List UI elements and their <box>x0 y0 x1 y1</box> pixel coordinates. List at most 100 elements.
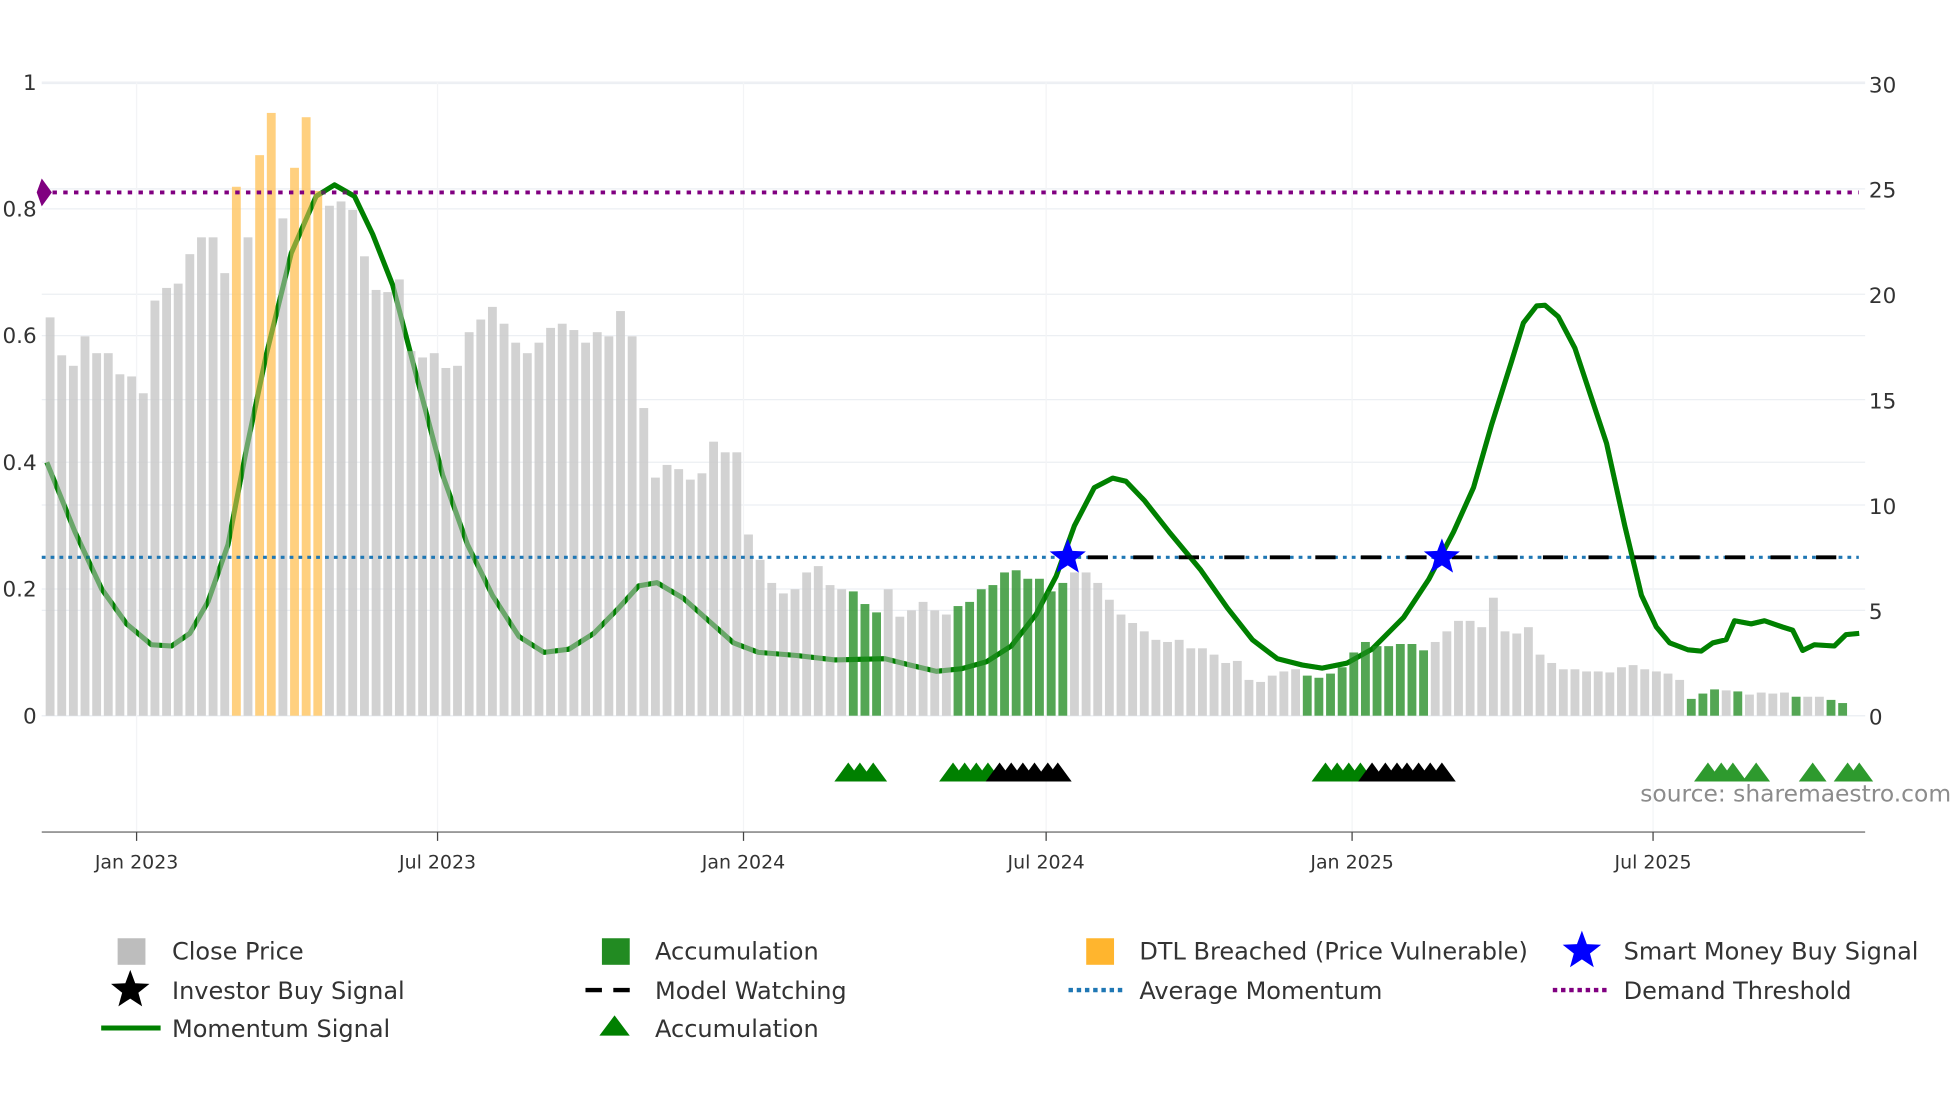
close-price-bar <box>1512 633 1522 716</box>
accumulation-bar <box>1337 667 1347 716</box>
investor-star-icon <box>111 969 150 1007</box>
close-price-bar <box>732 452 742 716</box>
left-y-tick-label: 0 <box>23 704 37 729</box>
close-price-bar <box>813 566 823 716</box>
close-price-bar <box>1279 671 1289 716</box>
close-price-bar <box>324 205 334 716</box>
close-price-bar <box>243 237 253 716</box>
close-price-bar <box>1430 641 1440 716</box>
dtl-breached-bar <box>231 186 241 716</box>
close-price-bar <box>1477 627 1487 716</box>
close-price-bar <box>557 323 567 716</box>
close-price-bar <box>1081 572 1091 716</box>
x-tick-label: Jan 2025 <box>1309 852 1393 874</box>
accumulation-bar <box>1372 646 1382 716</box>
close-price-bar <box>1244 679 1254 716</box>
close-price-bar <box>1291 669 1301 716</box>
legend-demand-threshold-label: Demand Threshold <box>1624 977 1852 1005</box>
close-price-bar <box>1454 620 1463 716</box>
accumulation-bar <box>976 589 986 716</box>
close-price-bar <box>57 355 67 716</box>
accumulation-bar <box>1733 691 1743 716</box>
left-y-tick-label: 0.6 <box>3 324 37 349</box>
legend-close-price-label: Close Price <box>172 938 304 966</box>
close-price-bar <box>1116 614 1126 716</box>
close-price-bar <box>1570 669 1580 716</box>
smart-money-star-icon <box>1562 930 1602 968</box>
close-price-bar <box>429 353 439 716</box>
accumulation-bar <box>1395 644 1405 716</box>
close-price-bar <box>1558 669 1568 716</box>
accumulation-bar <box>1407 644 1417 716</box>
close-price-bar <box>767 582 777 716</box>
accumulation-bar <box>1384 646 1394 716</box>
close-price-bar <box>941 614 951 716</box>
legend-dtl-label: DTL Breached (Price Vulnerable) <box>1139 938 1528 966</box>
close-price-bar <box>406 351 416 716</box>
close-price-bar <box>1151 639 1161 716</box>
close-price-bar <box>441 367 451 716</box>
legend-dtl-swatch <box>1086 938 1115 965</box>
close-price-bar <box>1186 648 1196 716</box>
close-price-bar <box>208 237 218 716</box>
close-price-bar <box>487 306 497 716</box>
smart-money-star-marker <box>1423 538 1460 573</box>
chart: Jan 2023 Jul 2023 Jan 2024 Jul 2024 Jan 2025… <box>3 71 1952 1043</box>
close-price-bar <box>1523 627 1533 716</box>
accumulation-bar <box>1826 699 1836 716</box>
close-price-bar <box>173 283 183 716</box>
accumulation-bar <box>1302 675 1312 716</box>
close-price-bar <box>697 473 707 716</box>
left-y-tick-label: 0.4 <box>3 451 37 476</box>
close-price-bar <box>197 237 206 716</box>
left-y-tick-label: 0.8 <box>3 197 37 222</box>
accumulation-bar <box>1058 582 1068 716</box>
close-price-bar <box>336 201 346 716</box>
close-price-bar <box>802 572 812 716</box>
accumulation-bar <box>988 585 998 716</box>
legend-accumulation-swatch <box>601 938 630 965</box>
close-price-bar <box>127 376 137 716</box>
x-tick-label: Jan 2024 <box>701 852 785 874</box>
legend-accumulation-label: Accumulation <box>655 938 819 966</box>
right-y-tick-label: 25 <box>1869 179 1896 204</box>
close-price-bar <box>371 289 381 716</box>
demand-threshold-diamond-icon <box>36 178 52 207</box>
close-price-bar <box>1442 631 1452 716</box>
close-price-bar <box>220 273 230 716</box>
accumulation-bar <box>1698 693 1708 716</box>
close-price-bar <box>92 353 102 716</box>
accumulation-bar <box>953 606 963 716</box>
close-price-bar <box>790 589 800 716</box>
close-price-bar <box>1256 681 1266 716</box>
close-price-bar <box>103 353 113 716</box>
close-price-bar <box>1465 620 1475 716</box>
close-price-bar <box>720 452 730 716</box>
close-price-bar <box>1721 690 1731 716</box>
legend-model-watching-label: Model Watching <box>655 977 847 1005</box>
dtl-breached-bar <box>255 155 265 716</box>
close-price-bar <box>522 353 532 716</box>
close-price-bar <box>1535 654 1545 716</box>
close-price-bar <box>930 610 940 716</box>
close-price-bar <box>1163 641 1172 716</box>
close-price-bar <box>453 365 462 716</box>
close-price-bar <box>1605 672 1615 716</box>
left-y-tick-label: 1 <box>23 71 37 96</box>
close-price-bar <box>918 601 928 716</box>
close-price-bar <box>1547 662 1557 716</box>
close-price-bar <box>150 300 160 716</box>
close-price-bar <box>1593 671 1603 716</box>
close-price-bar <box>185 254 195 716</box>
accumulation-bar <box>1000 572 1009 716</box>
close-price-bar <box>1488 597 1498 716</box>
close-price-bar <box>394 279 404 716</box>
close-price-bar <box>1197 648 1207 716</box>
close-price-bar <box>639 408 649 716</box>
close-price-bar <box>45 317 55 716</box>
close-price-bar <box>1232 660 1242 716</box>
source-label: source: sharemaestro.com <box>1640 780 1951 808</box>
close-price-bar <box>627 336 637 716</box>
close-price-bar <box>1617 667 1626 716</box>
right-y-tick-label: 20 <box>1869 284 1896 309</box>
